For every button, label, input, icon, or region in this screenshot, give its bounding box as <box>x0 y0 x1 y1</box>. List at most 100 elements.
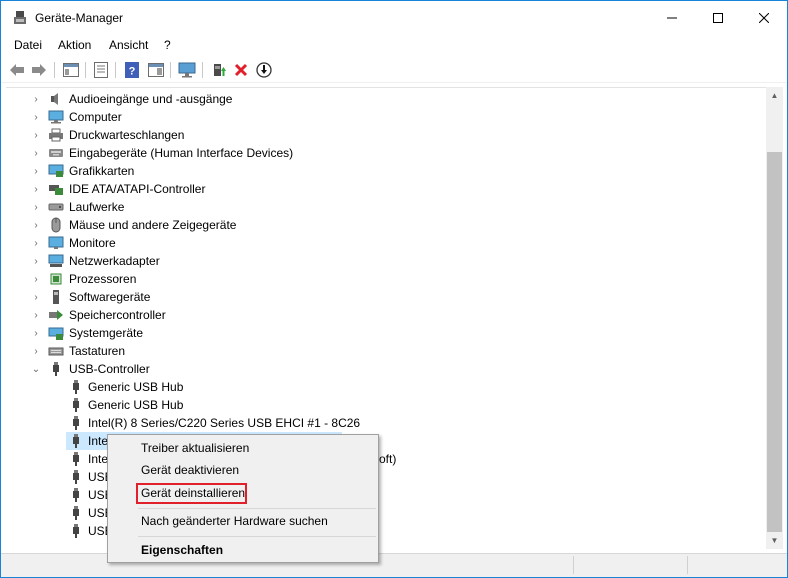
uninstall-button[interactable] <box>231 60 251 80</box>
tree-item-label: Inte <box>88 452 109 466</box>
processor-icon <box>50 273 62 285</box>
usb-icon <box>73 506 79 520</box>
usb-icon <box>73 488 79 502</box>
tree-item-label-suffix: oft) <box>379 452 397 466</box>
disable-button[interactable] <box>254 60 274 80</box>
usb-icon <box>73 434 79 448</box>
expand-chevron-icon[interactable]: › <box>31 255 41 267</box>
device-manager-app-icon <box>14 11 26 24</box>
speaker-icon <box>51 93 58 105</box>
menu-datei[interactable]: Datei <box>14 38 42 52</box>
expand-chevron-icon[interactable]: › <box>31 237 41 249</box>
toolbar-separator <box>202 62 203 78</box>
close-button[interactable] <box>741 1 787 35</box>
tree-item-computer[interactable]: › Computer <box>6 108 766 126</box>
expand-chevron-icon[interactable]: › <box>31 219 41 231</box>
menu-ansicht[interactable]: Ansicht <box>109 38 148 52</box>
expand-chevron-icon[interactable]: › <box>31 201 41 213</box>
expand-chevron-icon[interactable]: › <box>31 93 41 105</box>
expand-chevron-icon[interactable]: › <box>31 273 41 285</box>
console-tree-button[interactable] <box>61 60 81 80</box>
tree-item-label: Computer <box>69 110 122 124</box>
expand-chevron-icon[interactable]: › <box>31 165 41 177</box>
monitor-icon <box>178 62 196 78</box>
vertical-scrollbar[interactable]: ▲ ▼ <box>766 87 783 549</box>
svg-text:?: ? <box>129 66 136 78</box>
tree-item-label: Mäuse und andere Zeigegeräte <box>69 218 237 232</box>
tree-item-software-devices[interactable]: › Softwaregeräte <box>6 288 766 306</box>
menu-item-properties[interactable]: Eigenschaften <box>141 543 223 557</box>
monitor-icon <box>48 236 64 249</box>
close-icon <box>759 13 769 23</box>
scrollbar-thumb[interactable] <box>767 152 782 532</box>
maximize-button[interactable] <box>695 1 741 35</box>
help-button[interactable]: ? <box>122 60 142 80</box>
computer-icon <box>48 110 64 124</box>
tree-item-ide-controller[interactable]: › IDE ATA/ATAPI-Controller <box>6 180 766 198</box>
properties-icon <box>94 62 108 78</box>
tree-item-usb-device[interactable]: Generic USB Hub <box>6 378 766 396</box>
tree-item-label: Generic USB Hub <box>88 380 184 394</box>
tree-item-mice[interactable]: › Mäuse und andere Zeigegeräte <box>6 216 766 234</box>
help-icon: ? <box>125 62 139 78</box>
expand-chevron-icon[interactable]: › <box>31 291 41 303</box>
usb-icon <box>73 416 79 430</box>
tree-item-print-queues[interactable]: › Druckwarteschlangen <box>6 126 766 144</box>
action-pane-icon <box>148 63 164 77</box>
usb-icon <box>73 398 79 412</box>
tree-item-usb-controllers[interactable]: ⌄ USB-Controller <box>6 360 766 378</box>
printer-icon <box>49 128 63 142</box>
tree-item-display-adapters[interactable]: › Grafikkarten <box>6 162 766 180</box>
forward-button[interactable] <box>29 60 49 80</box>
back-button[interactable] <box>7 60 27 80</box>
scroll-down-arrow-icon[interactable]: ▼ <box>766 532 783 549</box>
tree-item-storage-controllers[interactable]: › Speichercontroller <box>6 306 766 324</box>
scan-hardware-button[interactable] <box>177 60 197 80</box>
properties-button[interactable] <box>91 60 111 80</box>
usb-icon <box>73 452 79 466</box>
tree-item-hid[interactable]: › Eingabegeräte (Human Interface Devices… <box>6 144 766 162</box>
tree-item-processors[interactable]: › Prozessoren <box>6 270 766 288</box>
menu-aktion[interactable]: Aktion <box>58 38 91 52</box>
expand-chevron-icon[interactable]: › <box>31 345 41 357</box>
tree-item-monitors[interactable]: › Monitore <box>6 234 766 252</box>
disk-drive-icon <box>48 203 64 211</box>
expand-chevron-icon[interactable]: › <box>31 129 41 141</box>
tree-item-usb-device[interactable]: Generic USB Hub <box>6 396 766 414</box>
tree-item-label: Eingabegeräte (Human Interface Devices) <box>69 146 294 160</box>
tree-item-system-devices[interactable]: › Systemgeräte <box>6 324 766 342</box>
tree-item-usb-device[interactable]: Intel(R) 8 Series/C220 Series USB EHCI #… <box>6 414 766 432</box>
menu-help[interactable]: ? <box>164 38 171 52</box>
usb-icon <box>73 380 79 394</box>
action-pane-button[interactable] <box>146 60 166 80</box>
tree-item-keyboards[interactable]: › Tastaturen <box>6 342 766 360</box>
toolbar-separator <box>54 62 55 78</box>
hid-icon <box>49 149 63 157</box>
expand-chevron-icon[interactable]: › <box>31 309 41 321</box>
menu-item-disable-device[interactable]: Gerät deaktivieren <box>141 463 239 477</box>
menu-item-uninstall-device[interactable]: Gerät deinstallieren <box>141 486 245 500</box>
usb-icon <box>53 362 59 376</box>
tree-item-network-adapters[interactable]: › Netzwerkadapter <box>6 252 766 270</box>
menu-item-update-driver[interactable]: Treiber aktualisieren <box>141 441 249 455</box>
tree-item-label: Monitore <box>69 236 116 250</box>
forward-icon <box>32 64 46 76</box>
menu-item-scan-hardware[interactable]: Nach geänderter Hardware suchen <box>141 514 328 528</box>
tree-item-label: IDE ATA/ATAPI-Controller <box>69 182 206 196</box>
tree-item-disk-drives[interactable]: › Laufwerke <box>6 198 766 216</box>
tree-item-audio[interactable]: › Audioeingänge und -ausgänge <box>6 90 766 108</box>
collapse-chevron-icon[interactable]: ⌄ <box>31 363 41 375</box>
expand-chevron-icon[interactable]: › <box>31 327 41 339</box>
update-driver-button[interactable] <box>209 60 229 80</box>
maximize-icon <box>713 13 723 23</box>
status-separator <box>687 556 688 574</box>
expand-chevron-icon[interactable]: › <box>31 183 41 195</box>
toolbar: ? <box>1 58 787 83</box>
scroll-up-arrow-icon[interactable]: ▲ <box>766 87 783 104</box>
minimize-button[interactable] <box>649 1 695 35</box>
tree-item-label: Laufwerke <box>69 200 125 214</box>
system-device-icon <box>48 327 64 340</box>
expand-chevron-icon[interactable]: › <box>31 147 41 159</box>
expand-chevron-icon[interactable]: › <box>31 111 41 123</box>
toolbar-separator <box>85 62 86 78</box>
